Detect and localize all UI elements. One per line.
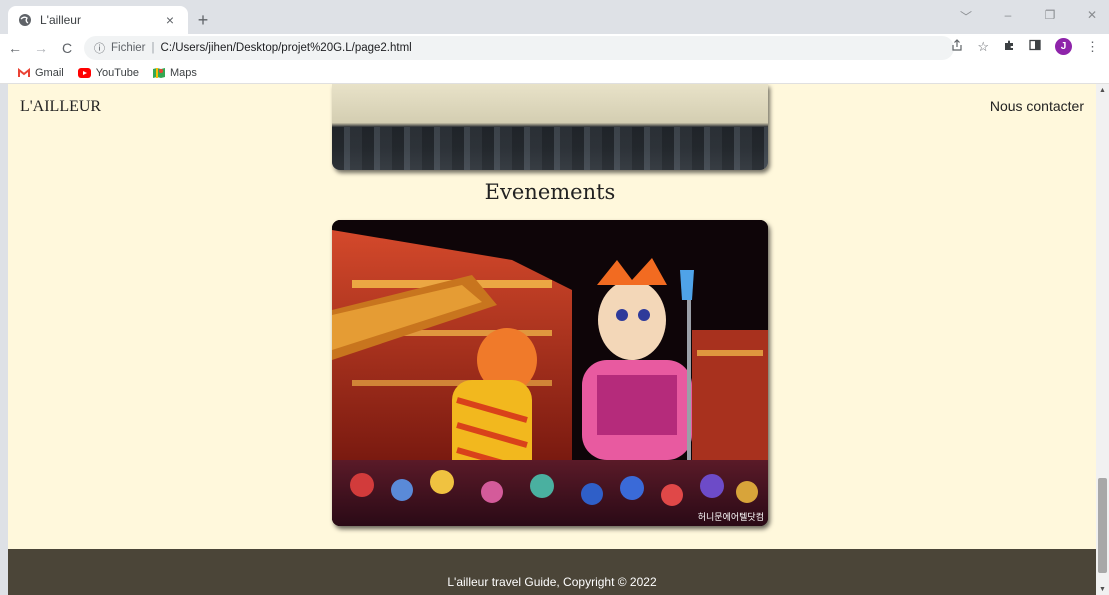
tab-search-icon[interactable]: ﹀ bbox=[959, 8, 973, 25]
scroll-thumb[interactable] bbox=[1098, 478, 1107, 573]
photo-watermark: 허니문에어텔닷컴 bbox=[697, 512, 764, 522]
contact-link[interactable]: Nous contacter bbox=[990, 98, 1084, 114]
minimize-button[interactable]: – bbox=[1001, 8, 1015, 25]
address-url[interactable]: C:/Users/jihen/Desktop/projet%20G.L/page… bbox=[161, 42, 412, 54]
scroll-up-arrow[interactable]: ▲ bbox=[1099, 87, 1106, 94]
scroll-down-arrow[interactable]: ▼ bbox=[1099, 586, 1106, 593]
sidepanel-icon[interactable] bbox=[1029, 39, 1041, 54]
address-separator: | bbox=[151, 42, 155, 54]
tab-title: L'ailleur bbox=[40, 13, 81, 27]
footer-text: L'ailleur travel Guide, Copyright © 2022 bbox=[447, 575, 657, 589]
address-scheme: Fichier bbox=[111, 42, 146, 54]
globe-icon bbox=[18, 13, 32, 27]
page-viewport: L'AILLEUR Nous contacter Evenements 허니문에… bbox=[8, 84, 1096, 595]
restore-button[interactable]: ❐ bbox=[1043, 8, 1057, 25]
forward-button[interactable]: → bbox=[30, 37, 52, 59]
toolbar-actions: ☆ J ⋮ bbox=[951, 38, 1099, 55]
carnival-photo: 허니문에어텔닷컴 bbox=[332, 220, 768, 526]
bookmark-label: YouTube bbox=[95, 66, 139, 79]
address-bar[interactable]: ⓘ Fichier | C:/Users/jihen/Desktop/proje… bbox=[84, 36, 954, 60]
close-window-button[interactable]: ✕ bbox=[1085, 8, 1099, 25]
new-tab-button[interactable]: + bbox=[193, 10, 213, 31]
city-photo bbox=[332, 84, 768, 170]
tab-close-icon[interactable]: × bbox=[162, 12, 178, 28]
site-footer: L'ailleur travel Guide, Copyright © 2022 bbox=[8, 549, 1096, 595]
section-title: Evenements bbox=[484, 180, 616, 204]
tab-strip: L'ailleur × + ﹀ – ❐ ✕ bbox=[0, 0, 1109, 34]
browser-toolbar: ← → C ⓘ Fichier | C:/Users/jihen/Desktop… bbox=[0, 34, 1109, 62]
maps-icon bbox=[152, 67, 165, 78]
extensions-icon[interactable] bbox=[1003, 39, 1015, 54]
page-scrollbar[interactable]: ▲ ▼ bbox=[1096, 84, 1109, 595]
bookmark-gmail[interactable]: Gmail bbox=[18, 67, 64, 79]
site-logo[interactable]: L'AILLEUR bbox=[20, 98, 101, 116]
bookmark-youtube[interactable]: YouTube bbox=[77, 66, 139, 79]
bookmark-label: Gmail bbox=[35, 66, 64, 79]
bookmark-maps[interactable]: Maps bbox=[152, 66, 197, 79]
window-controls: ﹀ – ❐ ✕ bbox=[959, 8, 1099, 25]
star-icon[interactable]: ☆ bbox=[977, 39, 989, 55]
bookmarks-bar: Gmail YouTube Maps bbox=[0, 62, 1109, 84]
bookmark-label: Maps bbox=[169, 66, 197, 79]
youtube-icon bbox=[77, 67, 91, 78]
info-icon[interactable]: ⓘ bbox=[94, 40, 105, 56]
menu-icon[interactable]: ⋮ bbox=[1086, 39, 1099, 55]
gmail-icon bbox=[18, 67, 30, 77]
back-button[interactable]: ← bbox=[4, 37, 26, 59]
profile-avatar[interactable]: J bbox=[1055, 38, 1072, 55]
reload-button[interactable]: C bbox=[56, 37, 78, 59]
share-icon[interactable] bbox=[951, 39, 963, 54]
browser-tab[interactable]: L'ailleur × bbox=[8, 6, 188, 34]
